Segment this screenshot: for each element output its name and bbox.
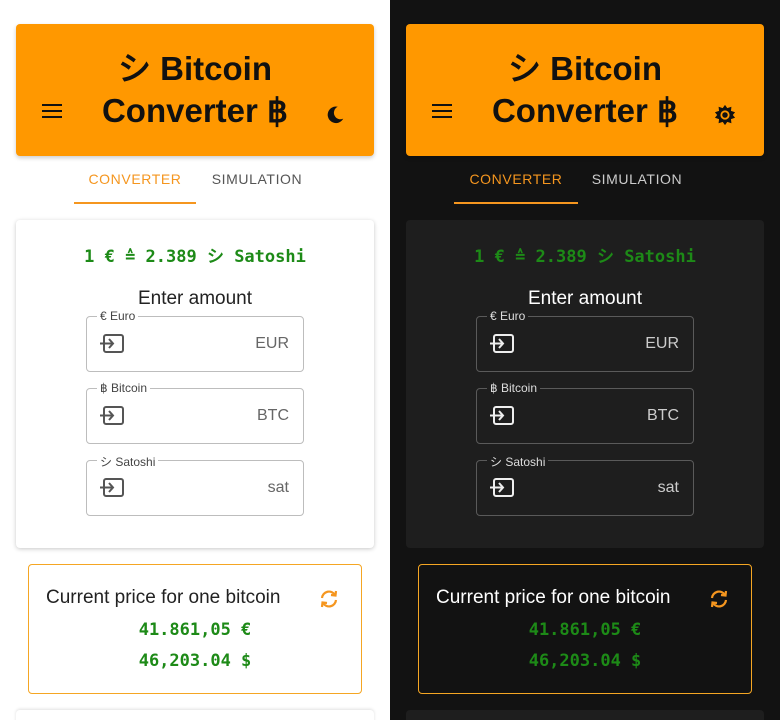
tab-converter[interactable]: CONVERTER: [74, 166, 196, 204]
tab-bar: CONVERTER SIMULATION: [0, 166, 390, 206]
enter-amount-label: Enter amount: [527, 288, 643, 309]
input-arrow-icon: [100, 334, 124, 353]
euro-unit: EUR: [645, 335, 679, 352]
euro-field-label: € Euro: [97, 309, 139, 323]
price-title: Current price for one bitcoin: [46, 587, 281, 608]
satoshi-field-label: シ Satoshi: [487, 453, 549, 470]
menu-icon[interactable]: [432, 104, 452, 120]
price-eur: 41.861,05 €: [138, 620, 252, 640]
menu-icon[interactable]: [42, 104, 62, 120]
app-bar: シ Bitcoin Converter ฿: [406, 24, 764, 156]
bitcoin-unit: BTC: [647, 407, 679, 424]
refresh-icon[interactable]: [317, 587, 341, 611]
tab-bar: CONVERTER SIMULATION: [390, 166, 780, 206]
euro-unit: EUR: [255, 335, 289, 352]
exchange-rate: 1 € ≙ 2.389 シ Satoshi: [84, 247, 306, 267]
moon-icon[interactable]: [324, 104, 346, 126]
app-title: シ Bitcoin Converter ฿: [76, 48, 314, 132]
bitcoin-field[interactable]: ฿ Bitcoin BTC: [476, 381, 694, 444]
next-card: [16, 710, 374, 720]
dark-theme-pane: シ Bitcoin Converter ฿ CONVERTER SIMULATI…: [390, 0, 780, 720]
input-arrow-icon: [490, 478, 514, 497]
enter-amount-label: Enter amount: [137, 288, 253, 309]
satoshi-field-label: シ Satoshi: [97, 453, 159, 470]
refresh-icon[interactable]: [707, 587, 731, 611]
app-title-line1: シ Bitcoin: [118, 50, 272, 87]
input-arrow-icon: [100, 406, 124, 425]
price-usd: 46,203.04 $: [528, 651, 642, 671]
current-price-card: Current price for one bitcoin 41.861,05 …: [28, 564, 362, 694]
price-title: Current price for one bitcoin: [436, 587, 671, 608]
satoshi-unit: sat: [657, 479, 679, 496]
satoshi-unit: sat: [267, 479, 289, 496]
tab-converter[interactable]: CONVERTER: [454, 166, 578, 204]
bitcoin-field[interactable]: ฿ Bitcoin BTC: [86, 381, 304, 444]
input-arrow-icon: [490, 406, 514, 425]
input-arrow-icon: [490, 334, 514, 353]
tab-simulation[interactable]: SIMULATION: [200, 166, 314, 204]
price-eur: 41.861,05 €: [528, 620, 642, 640]
satoshi-field[interactable]: シ Satoshi sat: [476, 453, 694, 516]
input-arrow-icon: [100, 478, 124, 497]
price-usd: 46,203.04 $: [138, 651, 252, 671]
bitcoin-field-label: ฿ Bitcoin: [97, 381, 150, 395]
converter-card: 1 € ≙ 2.389 シ Satoshi Enter amount € Eur…: [406, 220, 764, 548]
euro-field[interactable]: € Euro EUR: [476, 309, 694, 372]
bitcoin-unit: BTC: [257, 407, 289, 424]
app-title: シ Bitcoin Converter ฿: [466, 48, 704, 132]
app-title-line1: シ Bitcoin: [508, 50, 662, 87]
app-title-line2: Converter ฿: [491, 92, 679, 129]
converter-card: 1 € ≙ 2.389 シ Satoshi Enter amount € Eur…: [16, 220, 374, 548]
exchange-rate: 1 € ≙ 2.389 シ Satoshi: [474, 247, 696, 267]
app-bar: シ Bitcoin Converter ฿: [16, 24, 374, 156]
tab-simulation[interactable]: SIMULATION: [580, 166, 694, 204]
satoshi-field[interactable]: シ Satoshi sat: [86, 453, 304, 516]
app-title-line2: Converter ฿: [101, 92, 289, 129]
euro-field-label: € Euro: [487, 309, 529, 323]
next-card: [406, 710, 764, 720]
sun-icon[interactable]: [714, 104, 736, 126]
current-price-card: Current price for one bitcoin 41.861,05 …: [418, 564, 752, 694]
light-theme-pane: シ Bitcoin Converter ฿ CONVERTER SIMULATI…: [0, 0, 390, 720]
bitcoin-field-label: ฿ Bitcoin: [487, 381, 540, 395]
euro-field[interactable]: € Euro EUR: [86, 309, 304, 372]
